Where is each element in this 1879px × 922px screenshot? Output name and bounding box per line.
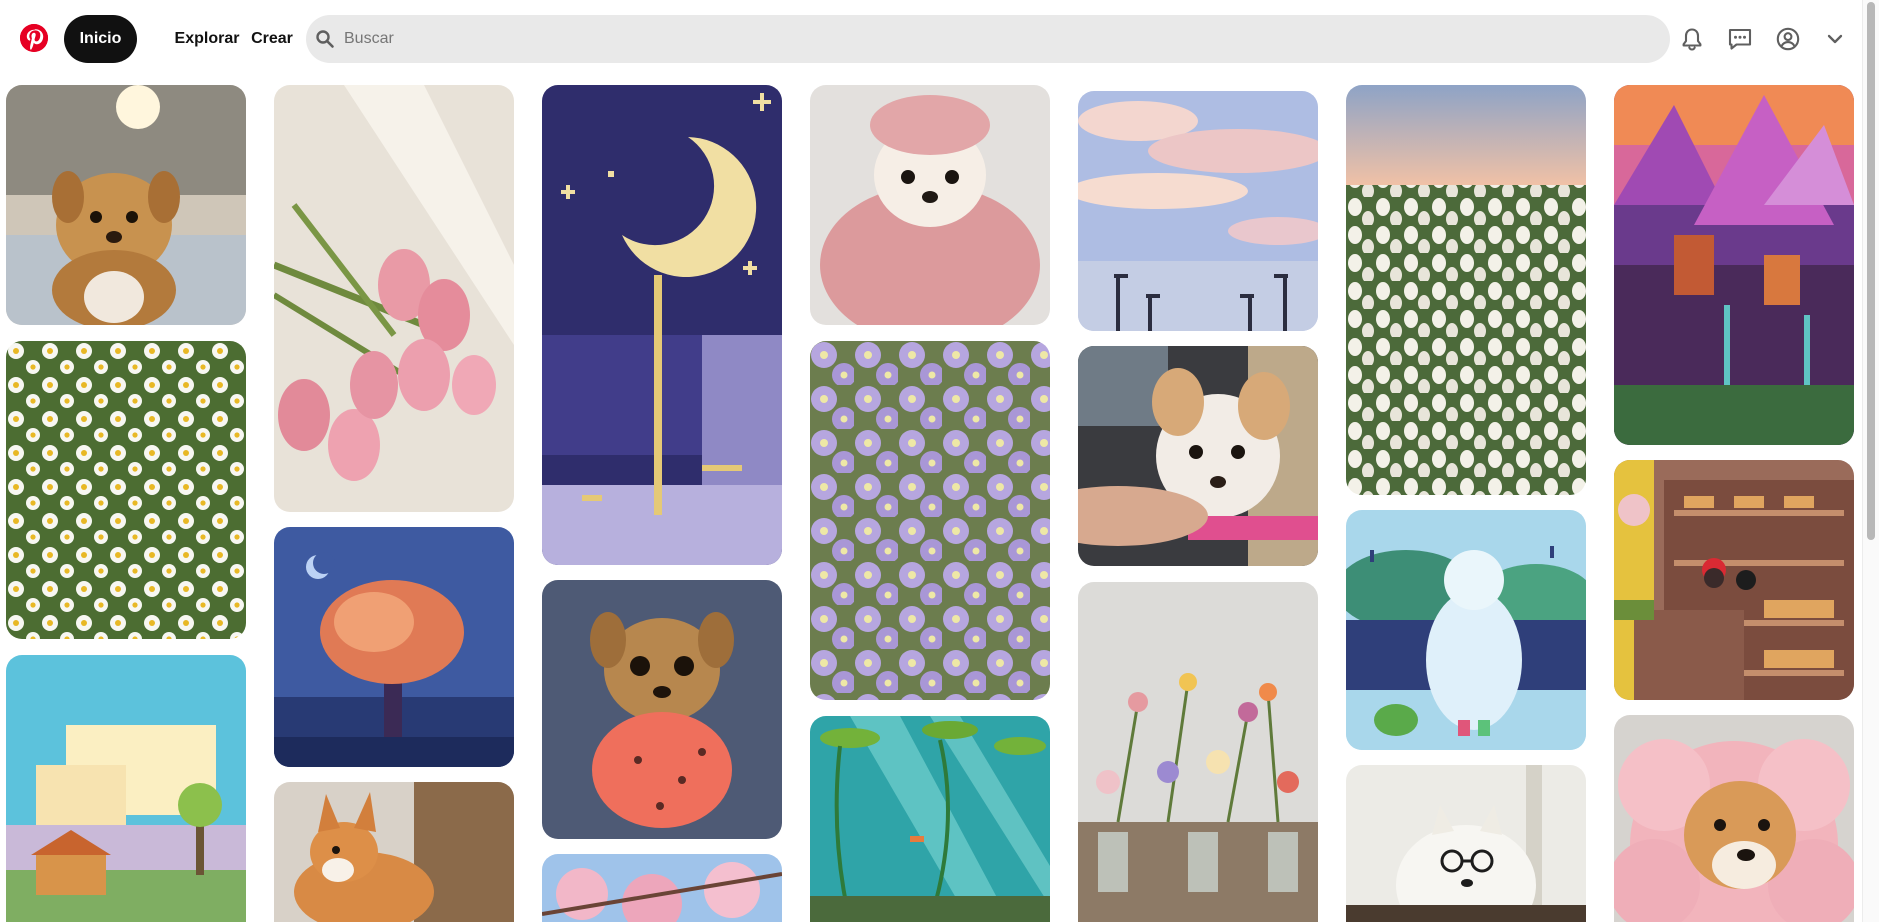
search-bar[interactable] (306, 15, 1670, 63)
pin-daisy-field[interactable] (6, 341, 246, 639)
pin-pixel-fantasy-cliffs[interactable] (1614, 85, 1854, 445)
pin-pink-tulips[interactable] (274, 85, 514, 512)
account-menu-button[interactable] (1815, 19, 1855, 59)
bell-icon (1681, 27, 1703, 51)
pin-pixel-underwater-pond[interactable] (810, 716, 1050, 922)
chat-bubble-icon (1727, 27, 1753, 51)
nav-home-tab[interactable]: Inicio (64, 15, 137, 63)
pin-pixel-sky-streetlamps[interactable] (1078, 91, 1318, 331)
search-input[interactable] (344, 15, 1644, 63)
pin-puppy-pink-towel[interactable] (810, 85, 1050, 325)
pin-pixel-autumn-tree[interactable] (274, 527, 514, 767)
pin-chihuahua-sofa[interactable] (6, 85, 246, 325)
pin-chihuahua-pink-sweater[interactable] (542, 580, 782, 839)
scrollbar-thumb[interactable] (1867, 2, 1875, 540)
profile-button[interactable] (1768, 19, 1808, 59)
pin-pixel-raincoat-girl-frog[interactable] (1346, 510, 1586, 750)
pin-samoyed-glasses[interactable] (1346, 765, 1586, 922)
pin-wildflowers-vases[interactable] (1078, 582, 1318, 922)
pin-pixel-crescent-moon[interactable] (542, 85, 782, 565)
pin-pixel-bakery[interactable] (1614, 460, 1854, 700)
account-circle-icon (1776, 27, 1800, 51)
search-icon (315, 29, 335, 49)
pin-chihuahua-in-car[interactable] (1078, 346, 1318, 566)
nav-create-tab[interactable]: Crear (240, 15, 304, 63)
notifications-button[interactable] (1672, 19, 1712, 59)
pin-grid (0, 0, 1862, 922)
pin-purple-bellflowers[interactable] (810, 341, 1050, 700)
top-navigation-bar: Inicio Explorar Crear (0, 0, 1862, 78)
chevron-down-icon (1827, 33, 1843, 45)
pin-pixel-house-clouds[interactable] (6, 655, 246, 922)
pin-shiba-flower-costume[interactable] (1614, 715, 1854, 922)
messages-button[interactable] (1720, 19, 1760, 59)
pin-white-tulip-field[interactable] (1346, 85, 1586, 495)
pin-corgi-carpet[interactable] (274, 782, 514, 922)
pinterest-logo-icon[interactable] (20, 24, 48, 52)
pinterest-home-page: Inicio Explorar Crear (0, 0, 1879, 922)
page-scrollbar[interactable] (1862, 0, 1879, 922)
pin-cherry-blossoms[interactable] (542, 854, 782, 922)
